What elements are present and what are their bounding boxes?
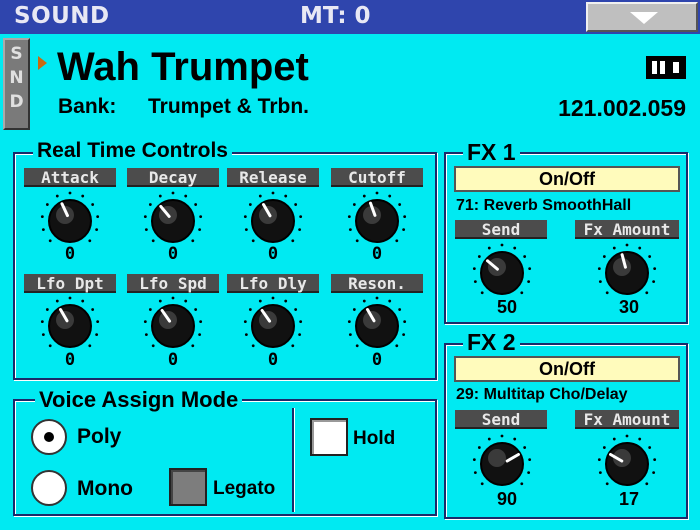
- fx2-send-label: Send: [455, 410, 547, 429]
- rt-value: 0: [167, 350, 179, 370]
- fx1-title: FX 1: [463, 139, 520, 166]
- menu-dropdown-button[interactable]: [586, 2, 698, 32]
- snd-tab-letter: N: [9, 68, 24, 88]
- rt-knob[interactable]: [343, 191, 411, 251]
- top-bar: SOUND MT: 0: [0, 0, 700, 34]
- fx2-effect-name[interactable]: 29: Multitap Cho/Delay: [456, 386, 628, 404]
- rt-label: Lfo Spd: [127, 274, 219, 293]
- fx2-send-value: 90: [496, 489, 518, 509]
- snd-tab-letter: D: [9, 92, 24, 112]
- mono-radio[interactable]: [31, 470, 67, 506]
- legato-label[interactable]: Legato: [213, 478, 275, 500]
- fx1-send-knob[interactable]: [468, 243, 536, 303]
- poly-radio[interactable]: [31, 419, 67, 455]
- rt-value: 0: [371, 244, 383, 264]
- realtime-controls-title: Real Time Controls: [33, 139, 232, 163]
- fx1-amount-value: 30: [618, 297, 640, 317]
- fx2-onoff-button[interactable]: On/Off: [454, 356, 680, 382]
- fx1-send-value: 50: [496, 297, 518, 317]
- rt-value: 0: [167, 244, 179, 264]
- voice-assign-divider: [292, 408, 294, 512]
- rt-label: Decay: [127, 168, 219, 187]
- rt-value: 0: [64, 350, 76, 370]
- sound-name[interactable]: Wah Trumpet: [57, 45, 309, 90]
- mt-indicator: MT: 0: [300, 3, 371, 29]
- selected-arrow-icon: [38, 56, 47, 70]
- rt-knob[interactable]: [36, 191, 104, 251]
- rt-value: 0: [267, 244, 279, 264]
- rt-knob[interactable]: [239, 191, 307, 251]
- fx1-onoff-button[interactable]: On/Off: [454, 166, 680, 192]
- rt-value: 0: [371, 350, 383, 370]
- rt-label: Lfo Dpt: [24, 274, 116, 293]
- app-title: SOUND: [14, 3, 110, 29]
- fx2-amount-knob[interactable]: [593, 434, 661, 494]
- snd-tab[interactable]: S N D: [3, 38, 30, 130]
- rt-label: Cutoff: [331, 168, 423, 187]
- rt-value: 0: [267, 350, 279, 370]
- io-bar: [660, 61, 665, 74]
- voice-assign-title: Voice Assign Mode: [35, 387, 243, 413]
- hold-checkbox[interactable]: [310, 418, 348, 456]
- fx1-amount-label: Fx Amount: [575, 220, 679, 239]
- radio-selected-dot: [44, 432, 54, 442]
- poly-label[interactable]: Poly: [77, 425, 121, 449]
- bank-label: Bank:: [58, 95, 117, 118]
- hold-label[interactable]: Hold: [353, 428, 395, 450]
- fx2-send-knob[interactable]: [468, 434, 536, 494]
- fx1-amount-knob[interactable]: [593, 243, 661, 303]
- snd-tab-letter: S: [10, 44, 23, 64]
- rt-knob[interactable]: [343, 296, 411, 356]
- io-toggle-icon[interactable]: [646, 56, 686, 79]
- io-zero: [670, 59, 682, 76]
- fx2-amount-label: Fx Amount: [575, 410, 679, 429]
- rt-knob[interactable]: [36, 296, 104, 356]
- legato-checkbox[interactable]: [169, 468, 207, 506]
- rt-value: 0: [64, 244, 76, 264]
- fx1-effect-name[interactable]: 71: Reverb SmoothHall: [456, 197, 631, 215]
- fx2-title: FX 2: [463, 329, 520, 356]
- rt-label: Release: [227, 168, 319, 187]
- fx2-amount-value: 17: [618, 489, 640, 509]
- rt-label: Reson.: [331, 274, 423, 293]
- mono-label[interactable]: Mono: [77, 477, 133, 501]
- bank-name[interactable]: Trumpet & Trbn.: [148, 95, 309, 119]
- rt-label: Attack: [24, 168, 116, 187]
- program-number: 121.002.059: [558, 95, 686, 121]
- rt-label: Lfo Dly: [227, 274, 319, 293]
- rt-knob[interactable]: [139, 191, 207, 251]
- rt-knob[interactable]: [239, 296, 307, 356]
- chevron-down-icon: [630, 12, 658, 24]
- rt-knob[interactable]: [139, 296, 207, 356]
- fx1-send-label: Send: [455, 220, 547, 239]
- io-bar: [652, 61, 657, 74]
